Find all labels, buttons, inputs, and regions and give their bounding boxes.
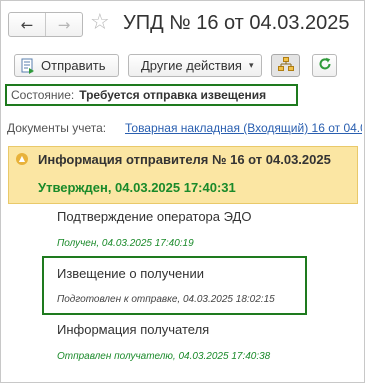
send-button[interactable]: Отправить xyxy=(14,54,119,77)
send-document-icon xyxy=(21,58,35,74)
navigation-buttons: ← → xyxy=(8,12,83,37)
tree-item-receipt-notice[interactable]: Извещение о получении xyxy=(57,266,204,281)
documents-label: Документы учета: xyxy=(7,121,107,135)
document-tree: ▲ Информация отправителя № 16 от 04.03.2… xyxy=(8,146,358,381)
other-actions-dropdown[interactable]: Другие действия ▾ xyxy=(128,54,262,77)
document-structure-button[interactable] xyxy=(271,54,300,77)
favorite-star-icon[interactable]: ☆ xyxy=(90,10,110,36)
refresh-button[interactable] xyxy=(312,54,337,77)
tree-item-operator-confirmation[interactable]: Подтверждение оператора ЭДО xyxy=(57,209,251,224)
highlight-frame xyxy=(42,256,307,315)
tree-item-recipient-info[interactable]: Информация получателя xyxy=(57,322,209,337)
documents-link[interactable]: Товарная накладная (Входящий) 16 от 04.0… xyxy=(125,121,362,135)
sender-info-title: Информация отправителя № 16 от 04.03.202… xyxy=(38,152,331,167)
status-value: Требуется отправка извещения xyxy=(79,88,267,102)
tree-item-operator-confirmation-status: Получен, 04.03.2025 17:40:19 xyxy=(57,238,194,249)
other-actions-label: Другие действия xyxy=(141,58,242,73)
status-indicator: Состояние: Требуется отправка извещения xyxy=(5,84,298,106)
send-button-label: Отправить xyxy=(41,58,106,73)
page-title: УПД № 16 от 04.03.2025 xyxy=(123,12,350,34)
refresh-icon xyxy=(318,57,332,74)
hierarchy-icon xyxy=(277,57,294,74)
collapse-icon[interactable]: ▲ xyxy=(16,153,28,165)
forward-arrow-icon: → xyxy=(57,15,71,34)
chevron-down-icon: ▾ xyxy=(248,60,254,71)
back-button[interactable]: ← xyxy=(9,13,46,36)
status-label: Состояние: xyxy=(11,88,75,102)
tree-item-receipt-notice-status: Подготовлен к отправке, 04.03.2025 18:02… xyxy=(57,294,275,305)
forward-button[interactable]: → xyxy=(46,13,82,36)
tree-head-row[interactable]: ▲ Информация отправителя № 16 от 04.03.2… xyxy=(8,146,358,204)
back-arrow-icon: ← xyxy=(20,15,34,34)
tree-item-recipient-info-status: Отправлен получателю, 04.03.2025 17:40:3… xyxy=(57,351,271,362)
document-window: ← → ☆ УПД № 16 от 04.03.2025 Отправить Д… xyxy=(0,0,365,383)
sender-info-status: Утвержден, 04.03.2025 17:40:31 xyxy=(38,180,236,195)
